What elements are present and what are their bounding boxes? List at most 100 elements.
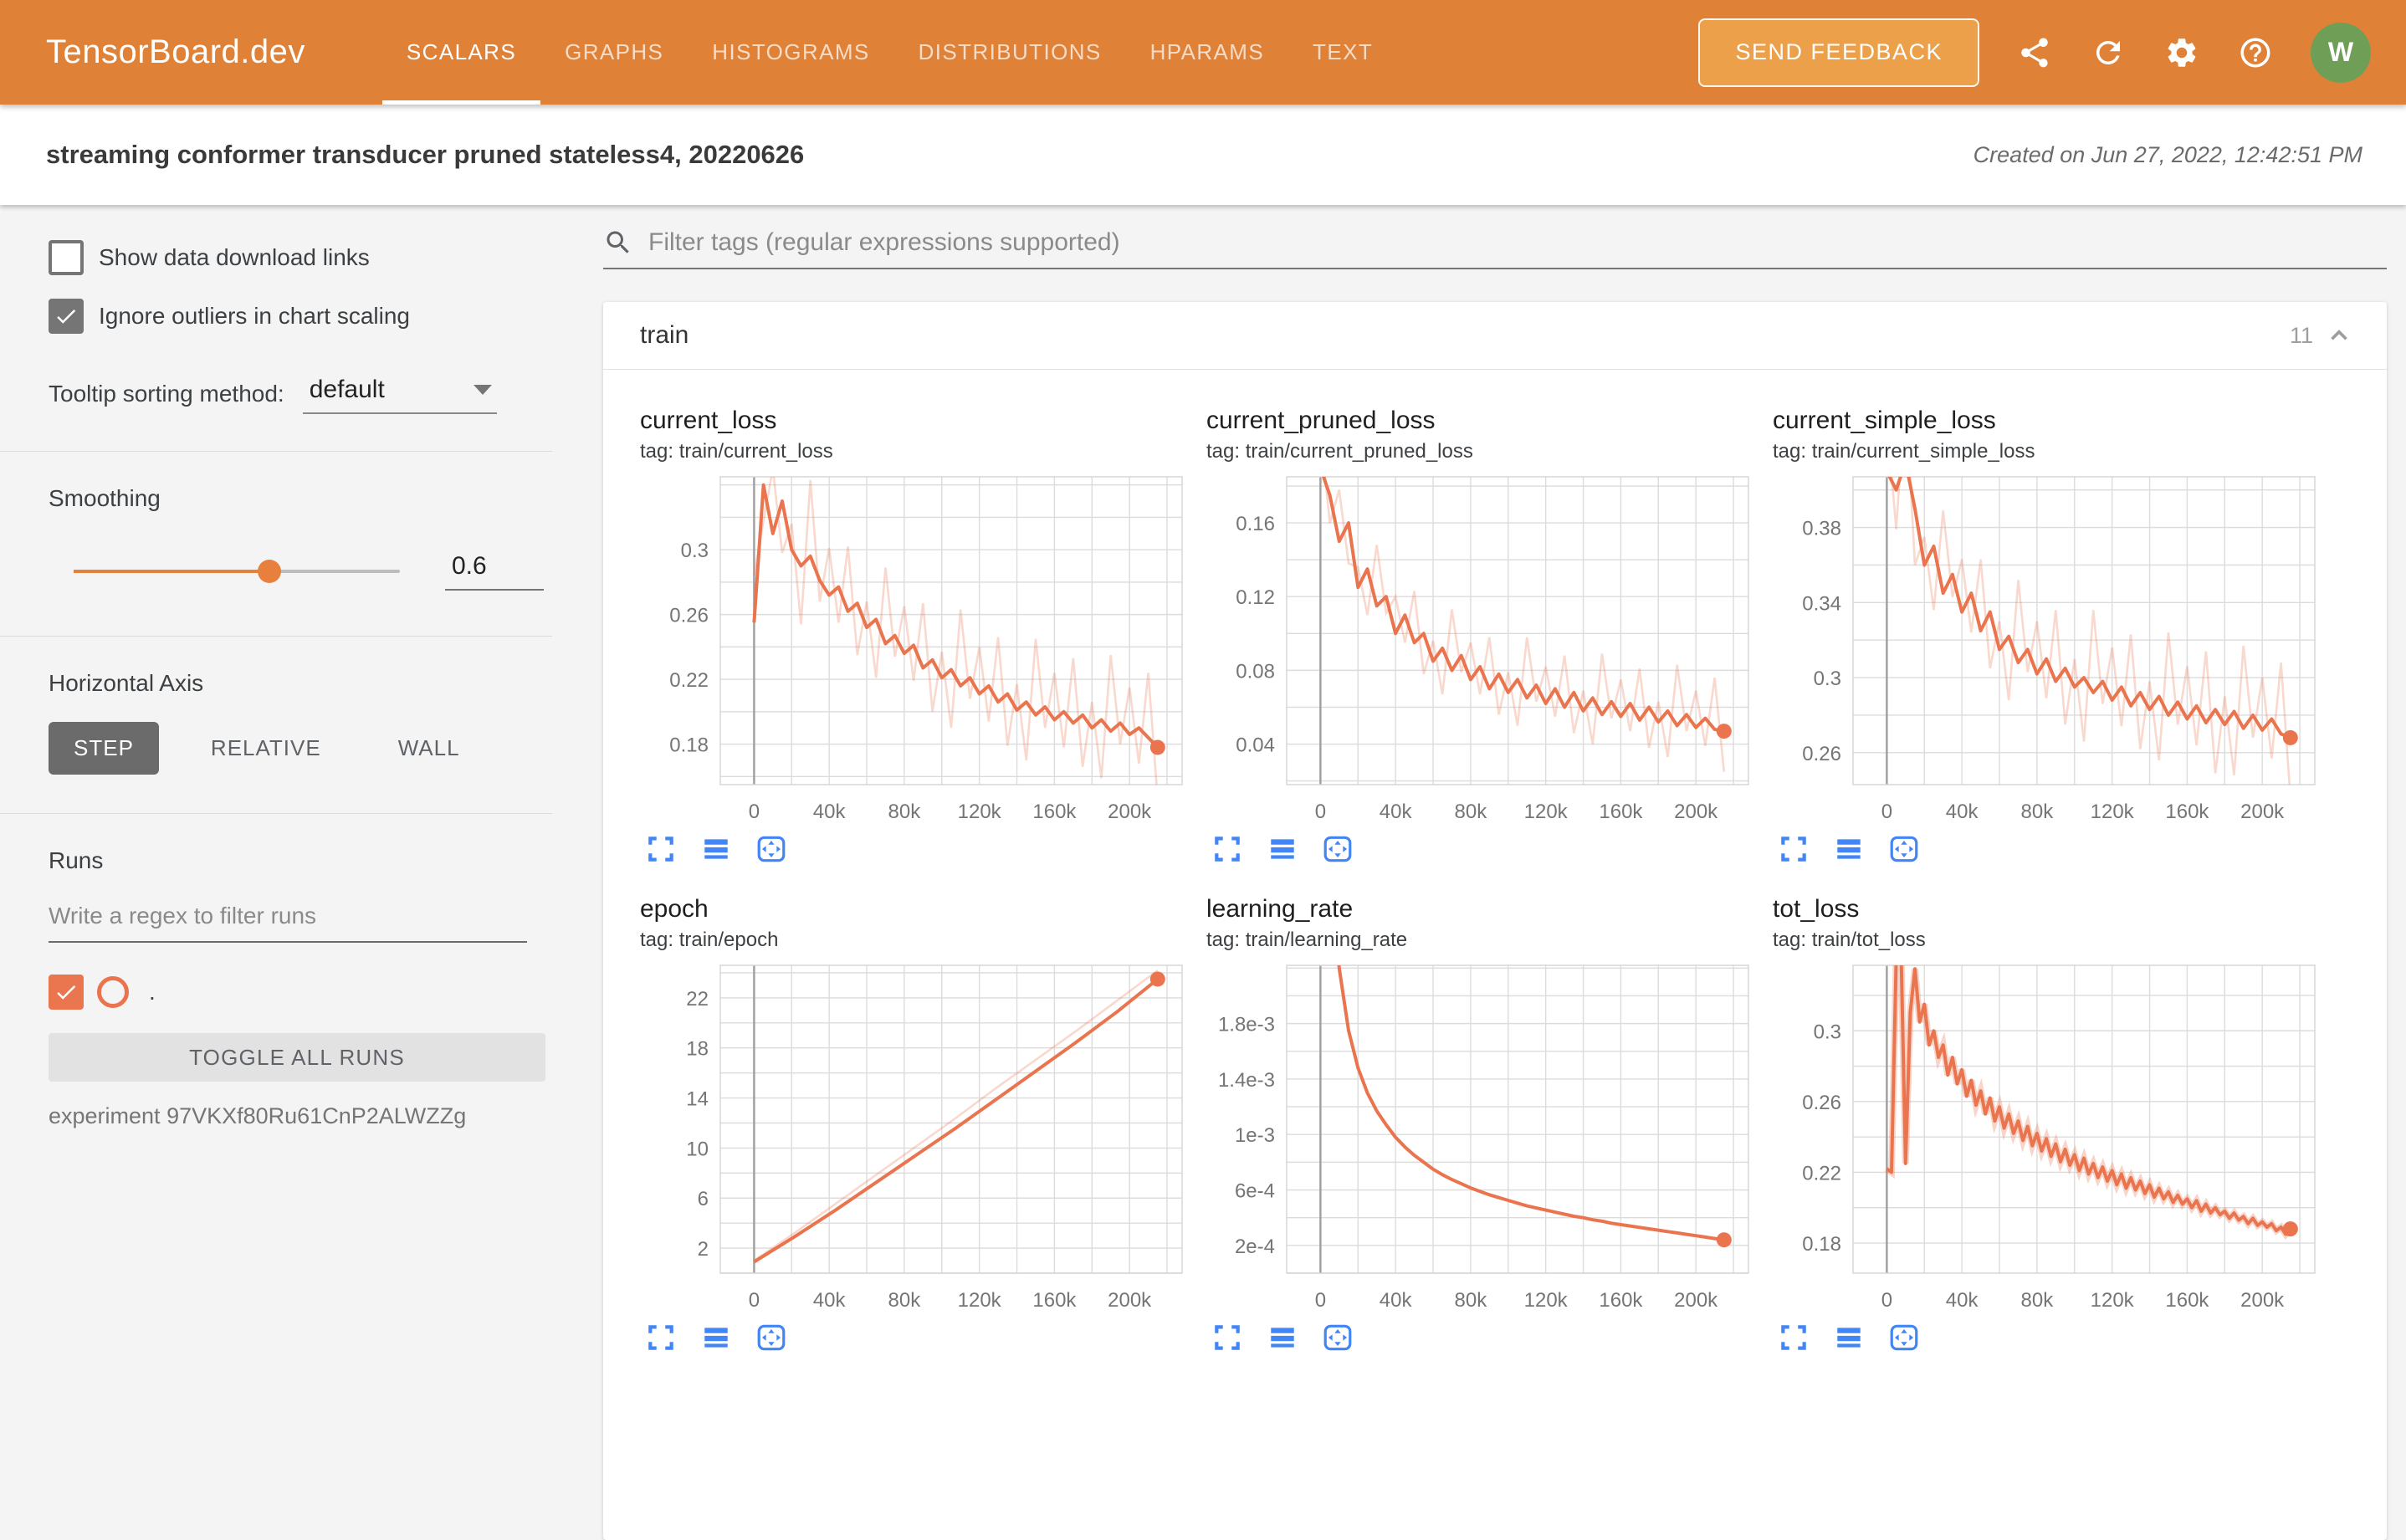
svg-text:160k: 160k xyxy=(1032,801,1077,823)
smoothing-slider[interactable] xyxy=(74,570,400,573)
navbar: TensorBoard.dev SCALARS GRAPHS HISTOGRAM… xyxy=(0,0,2406,105)
runs-filter-input[interactable] xyxy=(49,903,527,943)
chart-plot[interactable]: 0.260.30.340.38040k80k120k160k200k xyxy=(1773,470,2322,830)
svg-text:120k: 120k xyxy=(1524,1289,1569,1312)
axis-wall-button[interactable]: WALL xyxy=(373,722,485,775)
share-icon[interactable] xyxy=(2016,34,2053,71)
svg-text:200k: 200k xyxy=(1108,1289,1152,1312)
chart-plot[interactable]: 2610141822040k80k120k160k200k xyxy=(640,959,1189,1318)
run-name: . xyxy=(149,979,156,1005)
tab-histograms[interactable]: HISTOGRAMS xyxy=(688,0,893,105)
svg-text:0.22: 0.22 xyxy=(1802,1162,1841,1184)
fullscreen-icon[interactable] xyxy=(1778,1322,1810,1353)
chart-plot[interactable]: 0.180.220.260.3040k80k120k160k200k xyxy=(640,470,1189,830)
svg-text:200k: 200k xyxy=(2240,801,2285,823)
show-download-links-row: Show data download links xyxy=(49,240,552,275)
filter-tags-input[interactable] xyxy=(647,228,2387,258)
smoothing-value-input[interactable] xyxy=(445,552,544,591)
settings-gear-icon[interactable] xyxy=(2163,34,2200,71)
svg-text:40k: 40k xyxy=(1946,1289,1979,1312)
chart-tag: tag: train/tot_loss xyxy=(1773,929,2322,952)
svg-text:0.22: 0.22 xyxy=(669,669,709,692)
fit-domain-icon[interactable] xyxy=(755,833,787,865)
fit-domain-icon[interactable] xyxy=(1322,833,1354,865)
tab-graphs[interactable]: GRAPHS xyxy=(540,0,688,105)
svg-text:0.26: 0.26 xyxy=(669,605,709,627)
data-table-icon[interactable] xyxy=(700,1322,732,1353)
runs-label: Runs xyxy=(49,847,552,874)
svg-text:80k: 80k xyxy=(1455,1289,1488,1312)
data-table-icon[interactable] xyxy=(1833,833,1865,865)
chart-actions xyxy=(1211,833,1755,865)
svg-text:0.18: 0.18 xyxy=(669,734,709,757)
svg-text:80k: 80k xyxy=(2021,801,2055,823)
avatar[interactable]: W xyxy=(2311,23,2371,83)
svg-text:1.4e-3: 1.4e-3 xyxy=(1218,1069,1275,1092)
run-row: . xyxy=(49,975,552,1010)
fullscreen-icon[interactable] xyxy=(1211,833,1243,865)
svg-text:1.8e-3: 1.8e-3 xyxy=(1218,1014,1275,1036)
svg-text:0.18: 0.18 xyxy=(1802,1233,1841,1256)
data-table-icon[interactable] xyxy=(1833,1322,1865,1353)
svg-text:0: 0 xyxy=(1881,801,1892,823)
axis-relative-button[interactable]: RELATIVE xyxy=(186,722,346,775)
created-timestamp: Created on Jun 27, 2022, 12:42:51 PM xyxy=(1973,142,2362,168)
section-count: 11 xyxy=(2290,323,2313,349)
brand-title: TensorBoard.dev xyxy=(46,33,305,71)
svg-text:80k: 80k xyxy=(888,801,922,823)
sidebar: Show data download links Ignore outliers… xyxy=(0,205,552,1317)
help-icon[interactable] xyxy=(2237,34,2274,71)
fit-domain-icon[interactable] xyxy=(1888,833,1920,865)
run-checkbox[interactable] xyxy=(49,975,84,1010)
chart-plot[interactable]: 0.180.220.260.3040k80k120k160k200k xyxy=(1773,959,2322,1318)
check-icon xyxy=(54,980,79,1005)
svg-text:0.26: 0.26 xyxy=(1802,1092,1841,1114)
svg-text:40k: 40k xyxy=(1380,1289,1413,1312)
svg-text:160k: 160k xyxy=(1032,1289,1077,1312)
svg-text:0.12: 0.12 xyxy=(1236,586,1275,609)
chevron-down-icon xyxy=(474,385,492,395)
chart-actions xyxy=(1778,833,2322,865)
svg-text:1e-3: 1e-3 xyxy=(1235,1124,1275,1147)
svg-text:160k: 160k xyxy=(1599,801,1643,823)
tab-hparams[interactable]: HPARAMS xyxy=(1126,0,1288,105)
svg-text:80k: 80k xyxy=(2021,1289,2055,1312)
fullscreen-icon[interactable] xyxy=(645,1322,677,1353)
fullscreen-icon[interactable] xyxy=(1211,1322,1243,1353)
slider-thumb[interactable] xyxy=(258,560,281,583)
ignore-outliers-checkbox[interactable] xyxy=(49,299,84,334)
fullscreen-icon[interactable] xyxy=(645,833,677,865)
data-table-icon[interactable] xyxy=(700,833,732,865)
tab-text[interactable]: TEXT xyxy=(1288,0,1397,105)
chevron-up-icon[interactable] xyxy=(2325,321,2353,350)
chart-plot[interactable]: 0.040.080.120.16040k80k120k160k200k xyxy=(1206,470,1755,830)
data-table-icon[interactable] xyxy=(1267,833,1298,865)
svg-text:6e-4: 6e-4 xyxy=(1235,1180,1275,1203)
divider xyxy=(0,813,552,814)
fit-domain-icon[interactable] xyxy=(755,1322,787,1353)
axis-step-button[interactable]: STEP xyxy=(49,722,159,775)
slider-fill xyxy=(74,570,269,573)
svg-text:0.3: 0.3 xyxy=(1814,1021,1841,1043)
data-table-icon[interactable] xyxy=(1267,1322,1298,1353)
chart-tag: tag: train/learning_rate xyxy=(1206,929,1755,952)
fullscreen-icon[interactable] xyxy=(1778,833,1810,865)
tooltip-sorting-select[interactable]: default xyxy=(303,376,497,414)
tab-scalars[interactable]: SCALARS xyxy=(382,0,540,105)
chart-plot[interactable]: 2e-46e-41e-31.4e-31.8e-3040k80k120k160k2… xyxy=(1206,959,1755,1318)
tab-distributions[interactable]: DISTRIBUTIONS xyxy=(894,0,1126,105)
fit-domain-icon[interactable] xyxy=(1322,1322,1354,1353)
fit-domain-icon[interactable] xyxy=(1888,1322,1920,1353)
divider xyxy=(0,636,552,637)
chart-tag: tag: train/current_pruned_loss xyxy=(1206,440,1755,463)
svg-text:120k: 120k xyxy=(958,1289,1002,1312)
train-section-header[interactable]: train 11 xyxy=(603,302,2387,370)
refresh-icon[interactable] xyxy=(2090,34,2127,71)
svg-text:22: 22 xyxy=(686,988,709,1010)
svg-text:0.16: 0.16 xyxy=(1236,513,1275,535)
toggle-all-runs-button[interactable]: TOGGLE ALL RUNS xyxy=(49,1033,545,1082)
send-feedback-button[interactable]: SEND FEEDBACK xyxy=(1698,18,1979,87)
svg-text:0.3: 0.3 xyxy=(1814,668,1841,690)
show-download-links-checkbox[interactable] xyxy=(49,240,84,275)
chart-actions xyxy=(645,1322,1189,1353)
